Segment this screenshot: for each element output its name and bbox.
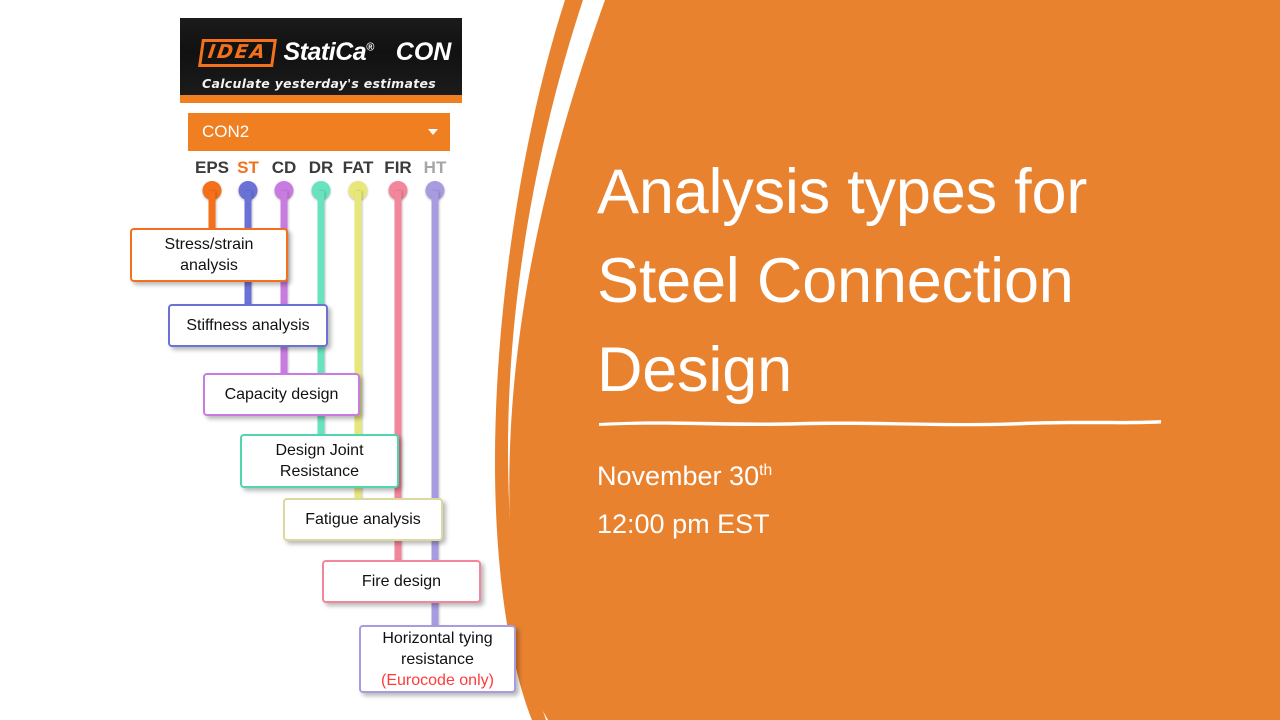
registered-mark-icon: ® — [366, 41, 374, 54]
slide-canvas: Analysis types for Steel Connection Desi… — [0, 0, 1280, 720]
project-select-value: CON2 — [202, 122, 250, 141]
analysis-tab-ht[interactable]: HT — [424, 158, 447, 178]
connector-stem-5 — [388, 181, 408, 575]
analysis-node-label: Capacity design — [225, 384, 339, 405]
statica-wordmark: StatiCa® — [283, 38, 375, 66]
analysis-node-title: Fatigue analysis — [305, 511, 421, 528]
analysis-node-title: Stiffness analysis — [186, 317, 310, 334]
analysis-tab-dr[interactable]: DR — [309, 158, 334, 178]
event-meta: November 30th 12:00 pm EST — [597, 452, 1157, 548]
analysis-tab-fat[interactable]: FAT — [343, 158, 374, 178]
analysis-node-label: Fire design — [362, 571, 441, 592]
analysis-node-label: Stress/strain analysis — [165, 234, 254, 276]
analysis-node-title: Capacity design — [224, 386, 339, 403]
app-header: IDEA StatiCa® CON Calculate yesterday's … — [180, 18, 462, 103]
brand-lockup: IDEA StatiCa® CON — [198, 38, 452, 67]
connector-stem-3 — [311, 181, 331, 449]
analysis-node[interactable]: Capacity design — [203, 373, 360, 416]
analysis-node-title: Horizontal tying resistance — [382, 629, 493, 668]
analysis-tab-fir[interactable]: FIR — [384, 158, 411, 178]
analysis-node-title: Design Joint Resistance — [275, 442, 364, 480]
connector-stem-2 — [274, 181, 294, 388]
tagline: Calculate yesterday's estimates — [202, 76, 437, 91]
statica-text: StatiCa — [283, 38, 367, 66]
event-date: November 30th — [597, 452, 1157, 500]
analysis-node[interactable]: Fire design — [322, 560, 481, 603]
analysis-node-label: Horizontal tying resistance (Eurocode onl… — [381, 628, 494, 691]
connector-stem-4 — [348, 181, 368, 513]
analysis-tab-cd[interactable]: CD — [272, 158, 297, 178]
analysis-node-note: (Eurocode only) — [381, 671, 494, 689]
analysis-node-title: Fire design — [361, 573, 442, 590]
analysis-node[interactable]: Stress/strain analysis — [130, 228, 288, 282]
product-wordmark: CON — [395, 38, 452, 66]
analysis-node[interactable]: Horizontal tying resistance (Eurocode onl… — [359, 625, 516, 693]
analysis-node-label: Fatigue analysis — [305, 509, 421, 530]
analysis-tab-row: EPS ST CD DR FAT FIR HT — [188, 158, 450, 180]
idea-logo: IDEA — [198, 38, 277, 67]
title-block: Analysis types for Steel Connection Desi… — [597, 148, 1197, 415]
orange-sliver — [494, 0, 583, 720]
event-date-ordinal: th — [759, 462, 773, 479]
connector-stem-1 — [238, 181, 258, 319]
connector-stem-6 — [425, 181, 445, 640]
project-select[interactable]: CON2 — [188, 113, 450, 151]
analysis-node[interactable]: Design Joint Resistance — [240, 434, 399, 488]
event-time: 12:00 pm EST — [597, 509, 770, 539]
title-divider — [597, 415, 1163, 427]
analysis-node-label: Design Joint Resistance — [275, 440, 363, 482]
analysis-node[interactable]: Fatigue analysis — [283, 498, 443, 541]
analysis-node-title: Stress/strain analysis — [164, 236, 254, 274]
chevron-down-icon — [428, 129, 438, 135]
connector-stem-0 — [202, 181, 222, 243]
connector-line — [280, 191, 288, 388]
analysis-tab-st[interactable]: ST — [237, 158, 259, 178]
event-date-text: November 30 — [597, 461, 760, 491]
analysis-node-label: Stiffness analysis — [186, 315, 309, 336]
analysis-tab-eps[interactable]: EPS — [195, 158, 229, 178]
analysis-node[interactable]: Stiffness analysis — [168, 304, 328, 347]
page-title: Analysis types for Steel Connection Desi… — [597, 157, 1088, 405]
